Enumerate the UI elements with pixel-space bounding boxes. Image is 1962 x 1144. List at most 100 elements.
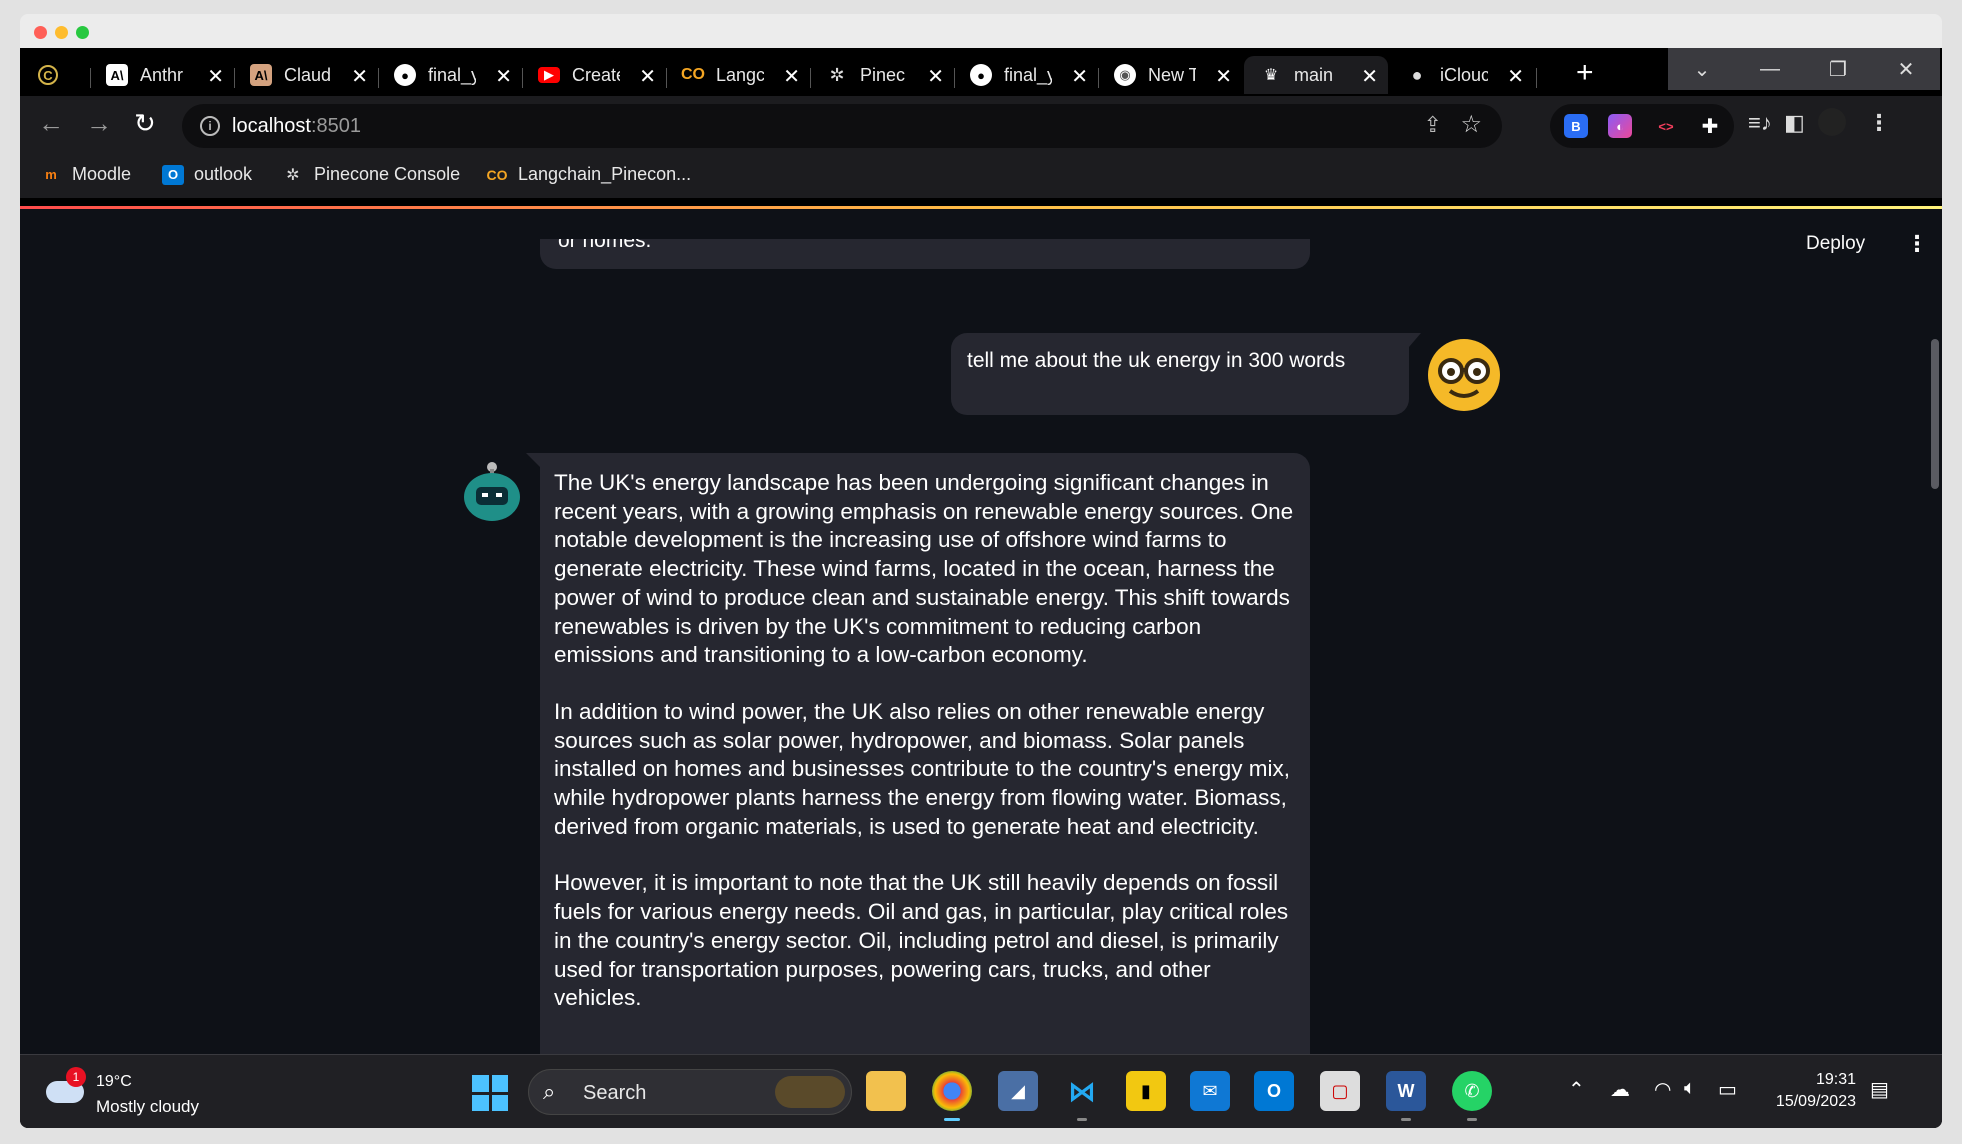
assistant-paragraph: The UK's energy landscape has been under… — [554, 470, 1294, 668]
tab-1[interactable]: A\ Anthr ✕ — [90, 56, 234, 94]
url-text[interactable]: localhost:8501 — [232, 115, 361, 138]
close-tab-icon[interactable]: ✕ — [1507, 64, 1524, 89]
new-tab-icon[interactable]: + — [1576, 58, 1594, 88]
snipping-tool-icon[interactable]: ▢ — [1320, 1071, 1360, 1111]
tab-label: Create — [572, 64, 620, 85]
bookmark-star-icon[interactable]: ☆ — [1460, 110, 1482, 139]
taskbar-search[interactable]: ⌕ Search — [528, 1069, 852, 1115]
tab-5[interactable]: CO Langc ✕ — [666, 56, 810, 94]
weather-temp: 19°C — [96, 1073, 132, 1090]
coin-c-icon: C — [38, 65, 58, 85]
previous-message-text: or homes. — [558, 239, 652, 252]
browser-window: C A\ Anthr ✕ A\ Claud ✕ ● final_y ✕ ▶ Cr… — [20, 48, 1942, 1128]
mail-icon[interactable]: ✉ — [1190, 1071, 1230, 1111]
file-explorer-icon[interactable] — [866, 1071, 906, 1111]
reload-icon[interactable]: ↻ — [134, 108, 156, 139]
site-info-icon[interactable]: i — [200, 116, 220, 136]
briefcase-icon — [775, 1076, 845, 1108]
close-window-icon[interactable]: ✕ — [1872, 48, 1940, 90]
chrome-icon[interactable] — [932, 1071, 972, 1121]
tab-0[interactable]: C — [22, 56, 78, 94]
search-label: Search — [583, 1082, 647, 1104]
tab-3[interactable]: ● final_y ✕ — [378, 56, 522, 94]
taskbar-clock[interactable]: 19:31 15/09/2023 — [1760, 1069, 1856, 1113]
windows-start-icon[interactable] — [472, 1075, 508, 1111]
tab-8[interactable]: ◉ New T ✕ — [1098, 56, 1242, 94]
tab-9-active[interactable]: ♛ main ✕ — [1244, 56, 1388, 94]
browser-toolbar: ← → ↻ i localhost:8501 ⇪ ☆ B ◐ <> ✚ ≡♪ ◧… — [20, 96, 1942, 154]
battery-icon[interactable]: ▭ — [1718, 1077, 1737, 1102]
user-message-text: tell me about the uk energy in 300 words — [967, 349, 1346, 372]
minimize-window-icon[interactable]: — — [1736, 48, 1804, 90]
tab-label: final_y — [1004, 64, 1052, 85]
deploy-button[interactable]: Deploy — [1806, 233, 1865, 255]
forward-arrow-icon[interactable]: → — [86, 108, 112, 139]
github-icon: ● — [970, 64, 992, 86]
extension-2-icon[interactable]: ◐ — [1608, 114, 1632, 138]
close-tab-icon[interactable]: ✕ — [639, 64, 656, 89]
power-bi-icon[interactable]: ▮ — [1126, 1071, 1166, 1111]
tab-6[interactable]: ✲ Pinec ✕ — [810, 56, 954, 94]
tab-7[interactable]: ● final_y ✕ — [954, 56, 1098, 94]
close-tab-icon[interactable]: ✕ — [1215, 64, 1232, 89]
share-icon[interactable]: ⇪ — [1424, 112, 1442, 138]
notifications-icon[interactable]: ▤ — [1870, 1077, 1889, 1102]
tab-10[interactable]: ● iClouc ✕ — [1390, 56, 1534, 94]
clock-date: 15/09/2023 — [1775, 1093, 1856, 1110]
zoom-dot[interactable] — [76, 26, 89, 39]
bookmark-pinecone[interactable]: ✲ Pinecone Console — [282, 164, 460, 185]
tab-search-chevron-icon[interactable]: ⌄ — [1668, 48, 1736, 90]
app-menu-icon[interactable]: ⋮ — [1906, 231, 1928, 257]
close-tab-icon[interactable]: ✕ — [207, 64, 224, 89]
media-control-icon[interactable]: ≡♪ — [1748, 110, 1772, 136]
whatsapp-icon[interactable]: ✆ — [1452, 1071, 1492, 1121]
weather-badge: 1 — [66, 1067, 86, 1087]
bookmark-label: Langchain_Pinecon... — [518, 164, 692, 184]
back-arrow-icon[interactable]: ← — [38, 108, 64, 139]
close-tab-icon[interactable]: ✕ — [927, 64, 944, 89]
bot-avatar-robot-icon — [460, 459, 524, 523]
bookmark-langchain[interactable]: CO Langchain_Pinecon... — [486, 164, 692, 185]
close-tab-icon[interactable]: ✕ — [351, 64, 368, 89]
close-tab-icon[interactable]: ✕ — [495, 64, 512, 89]
wifi-icon[interactable]: ◠ — [1654, 1077, 1671, 1102]
browser-menu-icon[interactable]: ⋮ — [1868, 110, 1890, 136]
puzzle-icon[interactable]: ✚ — [1698, 114, 1722, 138]
tray-overflow-chevron-icon[interactable]: ⌃ — [1568, 1077, 1585, 1102]
profile-avatar[interactable] — [1818, 108, 1846, 136]
close-tab-icon[interactable]: ✕ — [783, 64, 800, 89]
extension-code-icon[interactable]: <> — [1654, 114, 1678, 138]
word-icon[interactable]: W — [1386, 1071, 1426, 1121]
outlook-icon: O — [162, 164, 184, 185]
tab-4[interactable]: ▶ Create ✕ — [522, 56, 666, 94]
vscode-icon[interactable]: ⋈ — [1062, 1071, 1102, 1121]
tab-2[interactable]: A\ Claud ✕ — [234, 56, 378, 94]
scrollbar-thumb[interactable] — [1931, 339, 1939, 489]
volume-icon[interactable]: 🔈︎ — [1684, 1077, 1696, 1100]
close-tab-icon[interactable]: ✕ — [1361, 64, 1378, 89]
restore-window-icon[interactable]: ❐ — [1804, 48, 1872, 90]
tab-label: main — [1294, 64, 1334, 85]
bookmark-outlook[interactable]: O outlook — [162, 164, 252, 185]
close-dot[interactable] — [34, 26, 47, 39]
mac-window-frame: C A\ Anthr ✕ A\ Claud ✕ ● final_y ✕ ▶ Cr… — [20, 14, 1942, 1128]
bookmarks-bar: m Moodle O outlook ✲ Pinecone Console CO… — [20, 154, 1942, 198]
extension-1-icon[interactable]: B — [1564, 114, 1588, 138]
close-tab-icon[interactable]: ✕ — [1071, 64, 1088, 89]
streamlit-app: Deploy ⋮ or homes. tell me about the uk … — [20, 209, 1942, 1054]
assistant-paragraph: However, it is important to note that th… — [554, 870, 1289, 1011]
tab-label: final_y — [428, 64, 476, 85]
bookmark-moodle[interactable]: m Moodle — [40, 164, 131, 185]
tab-label: Pinec — [860, 64, 906, 85]
outlook-icon[interactable]: O — [1254, 1071, 1294, 1111]
assistant-paragraph: In addition to wind power, the UK also r… — [554, 698, 1290, 839]
onedrive-cloud-icon[interactable]: ☁ — [1610, 1077, 1630, 1102]
address-bar[interactable]: i localhost:8501 ⇪ ☆ — [182, 104, 1502, 148]
tab-label: Anthr — [140, 64, 184, 85]
minimize-dot[interactable] — [55, 26, 68, 39]
side-panel-icon[interactable]: ◧ — [1784, 110, 1805, 136]
langchain-icon: CO — [486, 166, 508, 183]
mysql-workbench-icon[interactable]: ◢ — [998, 1071, 1038, 1111]
mac-traffic-lights — [34, 26, 89, 39]
clock-time: 19:31 — [1815, 1071, 1856, 1088]
